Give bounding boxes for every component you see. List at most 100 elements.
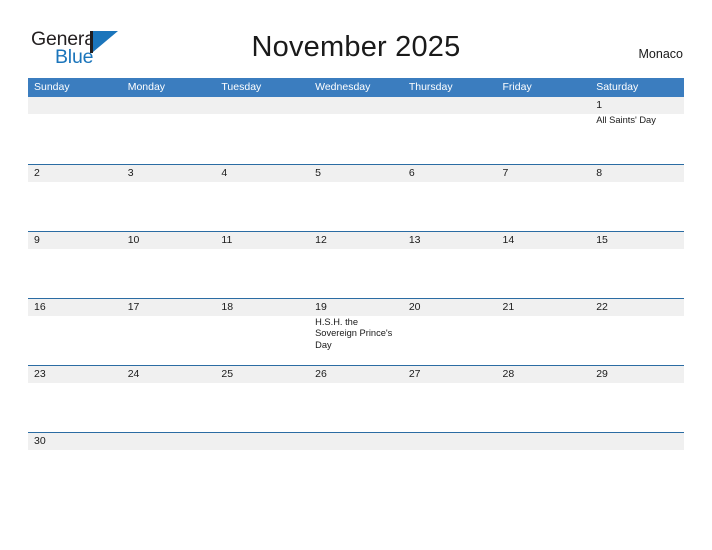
day-number: 23 (34, 368, 46, 380)
day-number (221, 97, 306, 114)
day-cell[interactable]: 29 (590, 366, 684, 433)
day-number: 17 (127, 301, 140, 313)
day-cell[interactable]: 27 (403, 366, 497, 433)
day-cell[interactable]: 17 (122, 299, 216, 366)
day-cell-empty (590, 433, 684, 500)
day-events: H.S.H. the Sovereign Prince's Day (315, 317, 400, 351)
day-cell-empty (497, 97, 591, 164)
day-number: 18 (221, 301, 234, 313)
weekday-header-friday: Friday (502, 81, 532, 93)
day-cell[interactable]: 14 (497, 232, 591, 299)
day-cell-empty (309, 97, 403, 164)
day-cell-empty (403, 97, 497, 164)
day-cell[interactable]: 5 (309, 165, 403, 232)
day-events: All Saints' Day (596, 115, 681, 126)
day-number: 14 (502, 234, 515, 246)
day-number (503, 433, 588, 450)
day-number: 5 (315, 167, 321, 179)
day-cell[interactable]: 8 (590, 165, 684, 232)
day-number: 3 (127, 167, 134, 179)
day-number: 26 (315, 368, 327, 380)
day-number: 24 (127, 368, 140, 380)
day-cell[interactable]: 3 (122, 165, 216, 232)
day-cell-empty (309, 433, 403, 500)
day-number (128, 433, 213, 450)
weekday-header-wednesday: Wednesday (315, 81, 371, 93)
day-cell-group: 30 (28, 433, 684, 500)
day-number: 1 (596, 99, 603, 111)
day-cell[interactable]: 6 (403, 165, 497, 232)
day-cell[interactable]: 7 (497, 165, 591, 232)
day-cell[interactable]: 9 (28, 232, 122, 299)
holiday-event-label: All Saints' Day (596, 115, 656, 125)
day-cell[interactable]: 30 (28, 433, 122, 500)
day-cell-group: 9 10 11 12 13 14 15 (28, 232, 684, 299)
day-number: 8 (596, 167, 603, 179)
day-cell-empty (122, 433, 216, 500)
day-cell[interactable]: 25 (215, 366, 309, 433)
weekday-header-thursday: Thursday (408, 81, 453, 93)
day-number: 25 (221, 368, 234, 380)
day-cell-group: 23 24 25 26 27 28 29 (28, 366, 684, 433)
day-cell[interactable]: 1 All Saints' Day (590, 97, 684, 164)
day-cell[interactable]: 11 (215, 232, 309, 299)
day-cell[interactable]: 21 (497, 299, 591, 366)
holiday-event-label: H.S.H. the Sovereign Prince's Day (315, 317, 393, 350)
day-cell[interactable]: 26 (309, 366, 403, 433)
day-number: 2 (34, 167, 40, 179)
day-cell[interactable]: 20 (403, 299, 497, 366)
day-number: 28 (502, 368, 515, 380)
day-number: 20 (408, 301, 421, 313)
calendar-week-row: 2 3 4 5 6 7 8 (28, 164, 684, 231)
location-label: Monaco (638, 47, 683, 61)
day-cell[interactable]: 13 (403, 232, 497, 299)
calendar-weeks: 1 All Saints' Day 2 3 4 5 6 7 8 9 10 11 12 13 14 15 16 17… (28, 97, 684, 499)
day-number (34, 97, 119, 114)
calendar-grid: Sunday Monday Tuesday Wednesday Thursday… (28, 78, 684, 499)
calendar-week-row: 30 (28, 432, 684, 499)
day-cell[interactable]: 19 H.S.H. the Sovereign Prince's Day (309, 299, 403, 366)
day-cell[interactable]: 24 (122, 366, 216, 433)
day-number (409, 433, 494, 450)
calendar-week-row: 16 17 18 19 H.S.H. the Sovereign Prince's Da… (28, 298, 684, 365)
day-cell[interactable]: 15 (590, 232, 684, 299)
day-cell[interactable]: 12 (309, 232, 403, 299)
day-number (128, 97, 213, 114)
day-cell[interactable]: 2 (28, 165, 122, 232)
day-number: 6 (408, 167, 415, 179)
day-cell[interactable]: 28 (497, 366, 591, 433)
page-header: General Blue November 2025 Monaco (0, 0, 712, 78)
day-cell-group: 2 3 4 5 6 7 8 (28, 165, 684, 232)
day-cell[interactable]: 23 (28, 366, 122, 433)
day-number: 30 (34, 435, 46, 447)
day-number (503, 97, 588, 114)
day-number (221, 433, 306, 450)
day-cell-group: 16 17 18 19 H.S.H. the Sovereign Prince's Da… (28, 299, 684, 366)
calendar-week-row: 9 10 11 12 13 14 15 (28, 231, 684, 298)
day-cell-empty (215, 97, 309, 164)
weekday-header-saturday: Saturday (596, 81, 639, 93)
weekday-header-row: Sunday Monday Tuesday Wednesday Thursday… (28, 78, 684, 97)
day-number (315, 433, 400, 450)
calendar-page: General Blue November 2025 Monaco Sunday… (0, 0, 712, 550)
day-cell-empty (122, 97, 216, 164)
weekday-header-tuesday: Tuesday (221, 81, 262, 93)
day-cell[interactable]: 10 (122, 232, 216, 299)
page-title: November 2025 (251, 31, 461, 63)
weekday-header-sunday: Sunday (34, 81, 70, 93)
day-number: 15 (596, 234, 608, 246)
day-number: 4 (221, 167, 228, 179)
day-number (596, 433, 681, 450)
calendar-week-row: 1 All Saints' Day (28, 97, 684, 164)
day-number: 7 (502, 167, 509, 179)
day-cell-empty (215, 433, 309, 500)
day-number: 16 (34, 301, 46, 313)
day-cell[interactable]: 16 (28, 299, 122, 366)
day-cell[interactable]: 4 (215, 165, 309, 232)
day-number (315, 97, 400, 114)
day-number: 12 (315, 234, 327, 246)
day-cell[interactable]: 22 (590, 299, 684, 366)
day-number: 21 (502, 301, 515, 313)
day-cell[interactable]: 18 (215, 299, 309, 366)
calendar-week-row: 23 24 25 26 27 28 29 (28, 365, 684, 432)
